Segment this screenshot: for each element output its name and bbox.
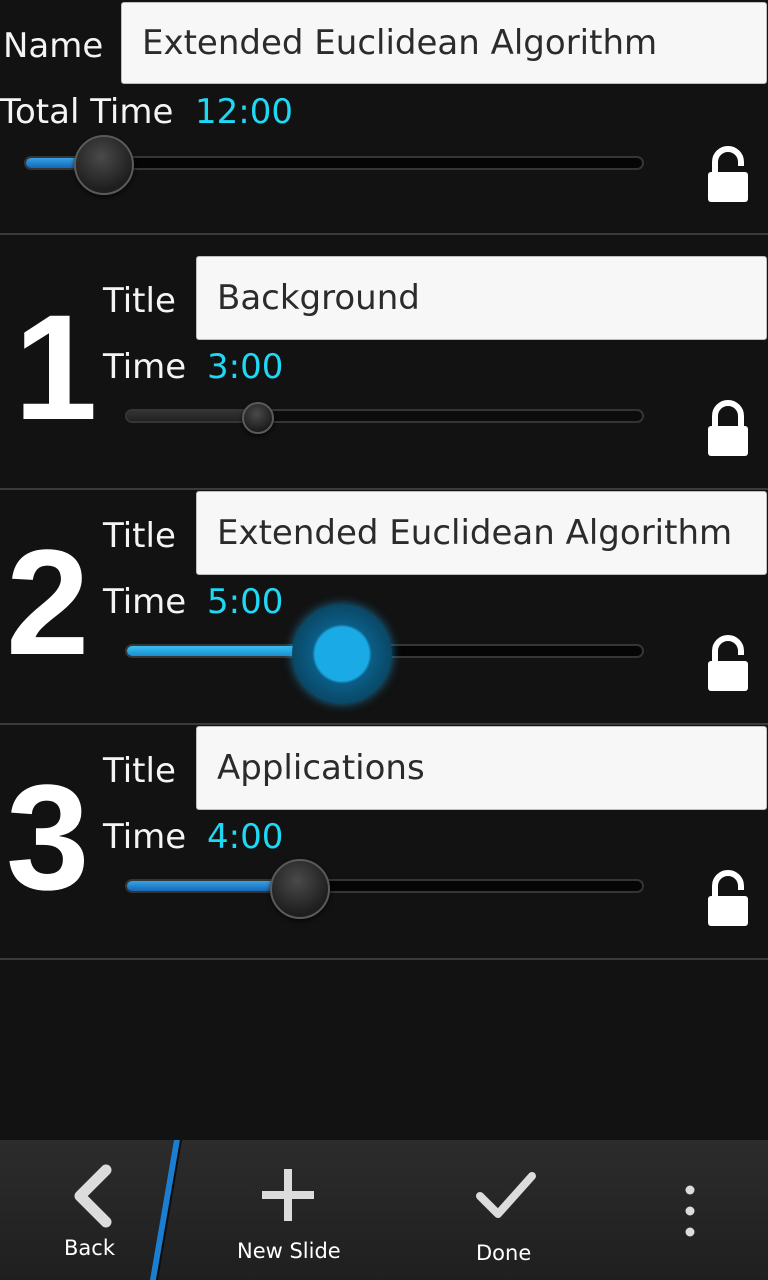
slide-2-time-value: 5:00 xyxy=(207,582,284,622)
slide-1-time-label: Time xyxy=(103,347,187,387)
back-button[interactable]: Back xyxy=(0,1140,172,1280)
back-label: Back xyxy=(64,1236,115,1260)
unlock-icon[interactable] xyxy=(706,868,750,932)
back-chevron-icon xyxy=(74,1164,112,1228)
slide-2-title-label: Title xyxy=(103,516,176,556)
slide-1-time-value: 3:00 xyxy=(207,347,284,387)
slide-1-time-slider[interactable] xyxy=(125,409,644,423)
slide-2-time-label: Time xyxy=(103,582,187,622)
overflow-menu-button[interactable] xyxy=(640,1140,740,1280)
total-time-label: Total Time xyxy=(0,92,174,132)
divider xyxy=(0,958,768,960)
unlock-icon[interactable] xyxy=(706,633,750,697)
slide-2-time-slider-handle[interactable] xyxy=(292,604,392,704)
new-slide-button[interactable]: New Slide xyxy=(200,1140,372,1280)
slide-number-3: 3 xyxy=(6,753,90,921)
action-bar: Back New Slide Done xyxy=(0,1140,768,1280)
unlock-icon[interactable] xyxy=(706,144,750,208)
slide-1-time-slider-fill xyxy=(127,411,256,421)
lock-icon[interactable] xyxy=(706,398,750,462)
divider xyxy=(0,233,768,235)
slide-2-title-field[interactable]: Extended Euclidean Algorithm xyxy=(196,491,767,575)
slide-number-2: 2 xyxy=(6,518,90,686)
checkmark-icon xyxy=(476,1172,536,1218)
name-label: Name xyxy=(3,26,104,66)
divider xyxy=(0,723,768,725)
total-time-value: 12:00 xyxy=(195,92,293,132)
back-separator xyxy=(150,1140,182,1280)
slide-3-title-field[interactable]: Applications xyxy=(196,726,767,810)
more-vertical-icon xyxy=(685,1185,695,1237)
slide-1-title-label: Title xyxy=(103,281,176,321)
name-field[interactable]: Extended Euclidean Algorithm xyxy=(121,2,767,84)
done-button[interactable]: Done xyxy=(420,1140,592,1280)
slide-1-title-field[interactable]: Background xyxy=(196,256,767,340)
new-slide-label: New Slide xyxy=(237,1239,341,1263)
total-time-slider-handle[interactable] xyxy=(74,135,134,195)
slide-3-title-label: Title xyxy=(103,751,176,791)
slide-3-time-value: 4:00 xyxy=(207,817,284,857)
slide-3-time-slider[interactable] xyxy=(125,879,644,893)
slide-3-time-slider-handle[interactable] xyxy=(270,859,330,919)
slide-1-time-slider-handle[interactable] xyxy=(242,402,274,434)
done-label: Done xyxy=(476,1241,532,1265)
plus-icon xyxy=(262,1169,314,1221)
divider xyxy=(0,488,768,490)
slide-3-time-label: Time xyxy=(103,817,187,857)
slide-number-1: 1 xyxy=(14,283,98,451)
